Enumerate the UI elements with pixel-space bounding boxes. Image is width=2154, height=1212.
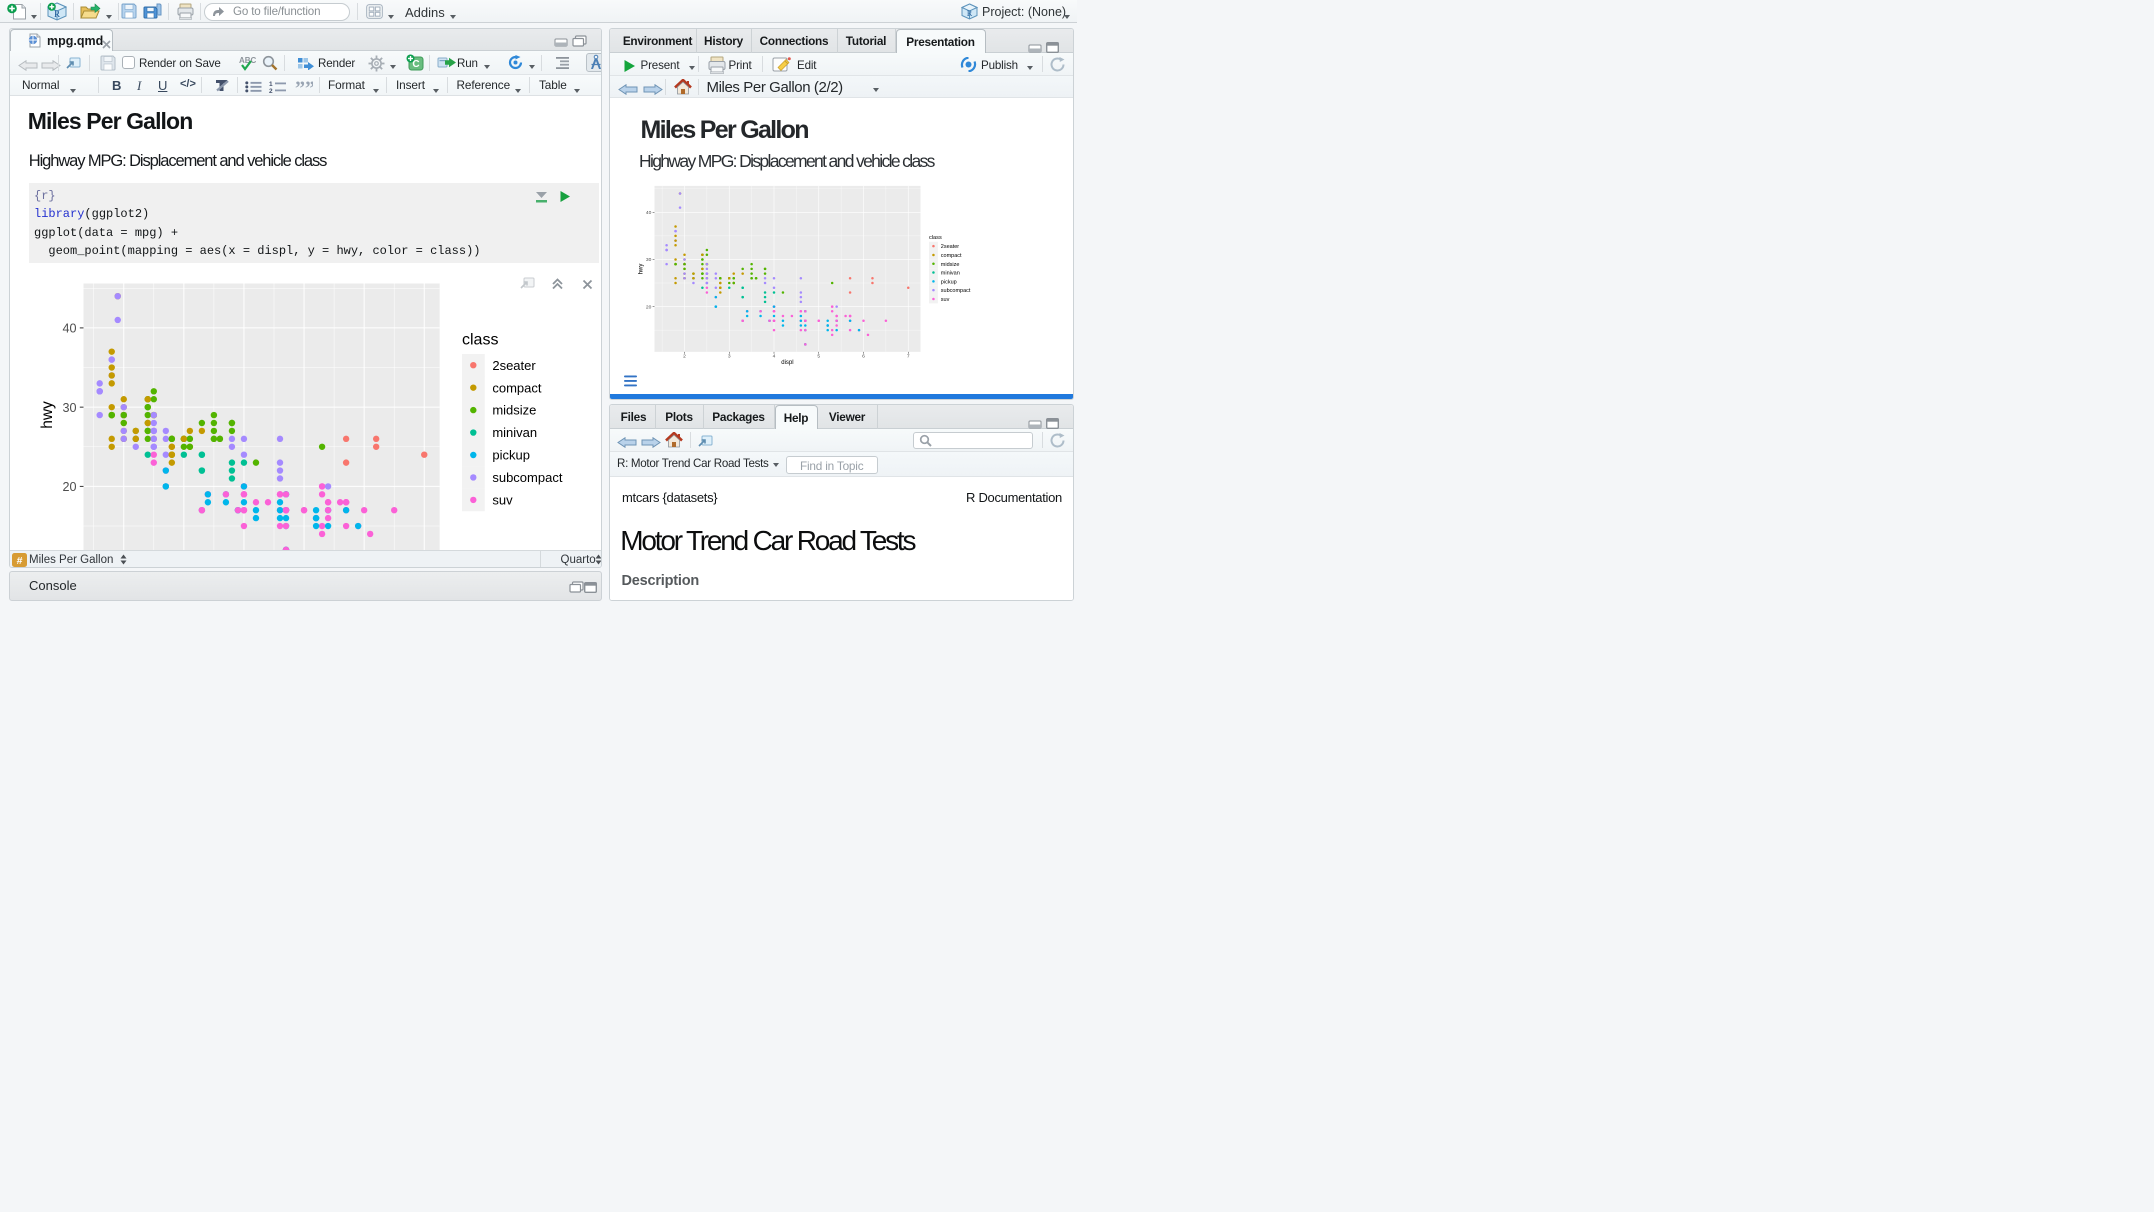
svg-text:class: class: [929, 235, 942, 241]
svg-text:ABC: ABC: [239, 56, 256, 65]
svg-text:compact: compact: [941, 253, 962, 259]
svg-text:R: R: [54, 9, 60, 19]
svg-text:hwy: hwy: [639, 264, 645, 275]
svg-text:””: ””: [295, 79, 313, 91]
svg-text:2: 2: [269, 88, 273, 93]
svg-text:3: 3: [728, 354, 731, 360]
svg-text:20: 20: [646, 304, 652, 310]
svg-text:R: R: [967, 9, 973, 18]
svg-text:30: 30: [646, 257, 652, 263]
svg-text:suv: suv: [941, 297, 950, 303]
svg-text:4: 4: [773, 354, 776, 360]
svg-text:midsize: midsize: [941, 262, 960, 268]
svg-text:minivan: minivan: [941, 271, 960, 277]
svg-text:pickup: pickup: [941, 279, 957, 285]
svg-text:2: 2: [683, 354, 686, 360]
svg-text:1: 1: [269, 81, 273, 88]
svg-text:subcompact: subcompact: [941, 288, 971, 294]
svg-text:7: 7: [907, 354, 910, 360]
svg-text:40: 40: [646, 210, 652, 216]
svg-text:2seater: 2seater: [941, 244, 960, 250]
svg-text:6: 6: [862, 354, 865, 360]
svg-text:#: #: [17, 555, 23, 567]
svg-text:displ: displ: [781, 360, 793, 366]
svg-text:5: 5: [817, 354, 820, 360]
